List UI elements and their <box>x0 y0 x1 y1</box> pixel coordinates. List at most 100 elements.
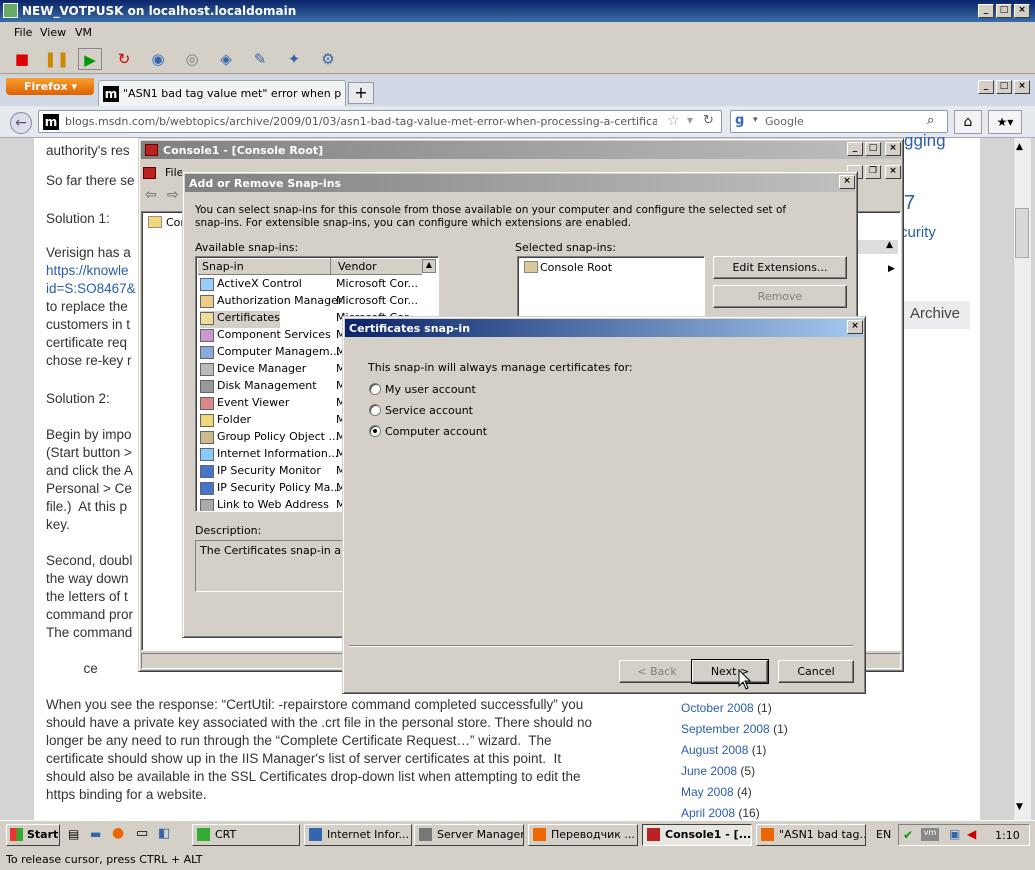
taskbar-button[interactable]: "ASN1 bad tag... <box>756 824 866 846</box>
archive-item[interactable]: May 2008 (4) <box>681 785 752 799</box>
archive-item[interactable]: October 2008 (1) <box>681 701 772 715</box>
taskbar-button[interactable]: Console1 - [... <box>642 824 752 846</box>
scroll-down-icon[interactable]: ▼ <box>1016 802 1023 812</box>
quicklaunch-desktop-icon[interactable]: ▬ <box>90 827 101 841</box>
dropdown-icon[interactable]: ▾ <box>687 113 693 127</box>
ff-minimize-button[interactable]: _ <box>978 80 994 94</box>
option-computer[interactable]: Computer account <box>385 425 487 438</box>
radio-service[interactable] <box>369 404 381 416</box>
console-forward-icon[interactable]: ⇨ <box>167 187 179 203</box>
snapin-row[interactable]: CertificatesMicrosoft Cor... <box>200 311 418 328</box>
option-service[interactable]: Service account <box>385 404 473 417</box>
snapin-row[interactable]: Disk Management M <box>200 379 346 396</box>
snapshot-icon[interactable]: ◉ <box>146 48 170 70</box>
settings-icon[interactable]: ✎ <box>248 48 272 70</box>
child-restore-button[interactable]: ❐ <box>865 165 881 179</box>
taskbar-button[interactable]: Server Manager <box>414 824 524 846</box>
start-button[interactable]: Start <box>6 824 60 846</box>
archive-month[interactable]: May 2008 <box>681 785 734 799</box>
network-icon[interactable]: ⚙ <box>316 48 340 70</box>
snapin-row[interactable]: Computer Managem... M <box>200 345 346 362</box>
option-my-user[interactable]: My user account <box>385 383 476 396</box>
snapin-row[interactable]: IP Security Policy Ma... M <box>200 481 346 498</box>
snapin-row[interactable]: IP Security Monitor M <box>200 464 346 481</box>
menu-vm[interactable]: VM <box>75 26 92 39</box>
reset-icon[interactable]: ↻ <box>112 48 136 70</box>
new-tab-button[interactable]: + <box>348 82 374 104</box>
revert-icon[interactable]: ◎ <box>180 48 204 70</box>
archive-item[interactable]: September 2008 (1) <box>681 722 788 736</box>
firefox-menu-button[interactable]: Firefox ▾ <box>6 78 94 95</box>
next-button[interactable]: Next > <box>691 659 769 684</box>
browser-tab[interactable]: m "ASN1 bad tag value met" error when pr… <box>98 80 346 106</box>
selected-console-root[interactable]: Console Root <box>540 261 612 274</box>
child-close-button[interactable]: × <box>885 165 901 179</box>
tray-sound-icon[interactable]: ◀ <box>967 827 976 841</box>
taskbar-button[interactable]: Переводчик ... <box>528 824 638 846</box>
snapin-row[interactable]: Link to Web Address M <box>200 498 346 511</box>
taskbar-button[interactable]: CRT <box>192 824 300 846</box>
suspend-icon[interactable]: ❚❚ <box>44 48 69 70</box>
page-scrollbar[interactable]: ▲ ▼ <box>1013 138 1031 820</box>
snapins-close-button[interactable]: × <box>839 175 855 189</box>
side-link-1[interactable]: gging <box>904 131 946 151</box>
taskbar-button[interactable]: Internet Infor... <box>304 824 412 846</box>
snapin-row[interactable]: Internet Information... M <box>200 447 346 464</box>
bookmark-star-icon[interactable]: ☆ <box>667 113 680 129</box>
url-bar[interactable]: m blogs.msdn.com/b/webtopics/archive/200… <box>38 110 722 133</box>
back-button[interactable]: < Back <box>619 660 695 683</box>
archive-month[interactable]: September 2008 <box>681 722 770 736</box>
article-line[interactable]: id=S:SO8467& <box>46 280 136 298</box>
menu-file[interactable]: File <box>14 26 32 39</box>
home-icon[interactable]: ⌂ <box>954 110 982 134</box>
console-back-icon[interactable]: ⇦ <box>145 187 157 203</box>
list-scroll-up-icon[interactable]: ▲ <box>422 259 436 273</box>
snapin-row[interactable]: Device Manager M <box>200 362 346 379</box>
power-on-icon[interactable]: ▶ <box>78 48 102 70</box>
tray-network-icon[interactable]: ▣ <box>949 827 960 841</box>
snapin-row[interactable]: Folder M <box>200 413 346 430</box>
search-icon[interactable]: ⌕ <box>927 113 934 128</box>
quicklaunch-firefox-icon[interactable]: ● <box>112 825 124 841</box>
console-close-button[interactable]: × <box>885 142 901 156</box>
edit-extensions-button[interactable]: Edit Extensions... <box>713 256 847 279</box>
archive-item[interactable]: April 2008 (16) <box>681 806 760 820</box>
col-vendor[interactable]: Vendor <box>338 260 377 273</box>
archive-month[interactable]: August 2008 <box>681 743 748 757</box>
maximize-button[interactable]: □ <box>996 4 1012 18</box>
side-link-3[interactable]: curity <box>900 224 936 241</box>
quicklaunch-explorer-icon[interactable]: ◧ <box>158 826 170 841</box>
archive-item[interactable]: August 2008 (1) <box>681 743 766 757</box>
tray-security-icon[interactable]: ✔ <box>903 828 913 842</box>
snapin-row[interactable]: Authorization Manager Microsoft Cor... <box>200 294 418 311</box>
remove-button[interactable]: Remove <box>713 285 847 308</box>
cancel-button[interactable]: Cancel <box>778 660 854 683</box>
scroll-thumb[interactable] <box>1015 208 1029 258</box>
tray-vmware-icon[interactable]: vm <box>921 828 939 841</box>
minimize-button[interactable]: _ <box>978 4 994 18</box>
article-line[interactable]: https://knowle <box>46 262 129 280</box>
console-menu-file[interactable]: File <box>165 166 183 179</box>
quicklaunch-server-icon[interactable]: ▤ <box>68 827 79 841</box>
console-maximize-button[interactable]: □ <box>865 142 881 156</box>
ff-maximize-button[interactable]: □ <box>996 80 1012 94</box>
snapin-row[interactable]: Group Policy Object ... M <box>200 430 346 447</box>
reload-icon[interactable]: ↻ <box>703 113 714 128</box>
archive-month[interactable]: April 2008 <box>681 806 735 820</box>
ff-close-button[interactable]: × <box>1014 80 1030 94</box>
back-arrow-icon[interactable]: ← <box>10 112 32 134</box>
col-snapin[interactable]: Snap-in <box>202 260 244 273</box>
collapse-icon[interactable]: ▲ <box>886 240 893 250</box>
side-link-2[interactable]: 7 <box>904 192 915 215</box>
radio-computer[interactable] <box>369 425 381 437</box>
archive-month[interactable]: June 2008 <box>681 764 737 778</box>
console-minimize-button[interactable]: _ <box>847 142 863 156</box>
expand-arrow-icon[interactable]: ▶ <box>888 264 895 274</box>
archive-item[interactable]: June 2008 (5) <box>681 764 755 778</box>
tools-icon[interactable]: ✦ <box>282 48 306 70</box>
bookmarks-icon[interactable]: ★▾ <box>988 110 1022 134</box>
snapin-row[interactable]: Event Viewer M <box>200 396 346 413</box>
scroll-up-icon[interactable]: ▲ <box>1016 142 1023 152</box>
search-input[interactable]: g ▾ Google ⌕ <box>730 110 948 133</box>
snapin-row[interactable]: Component Services M <box>200 328 346 345</box>
